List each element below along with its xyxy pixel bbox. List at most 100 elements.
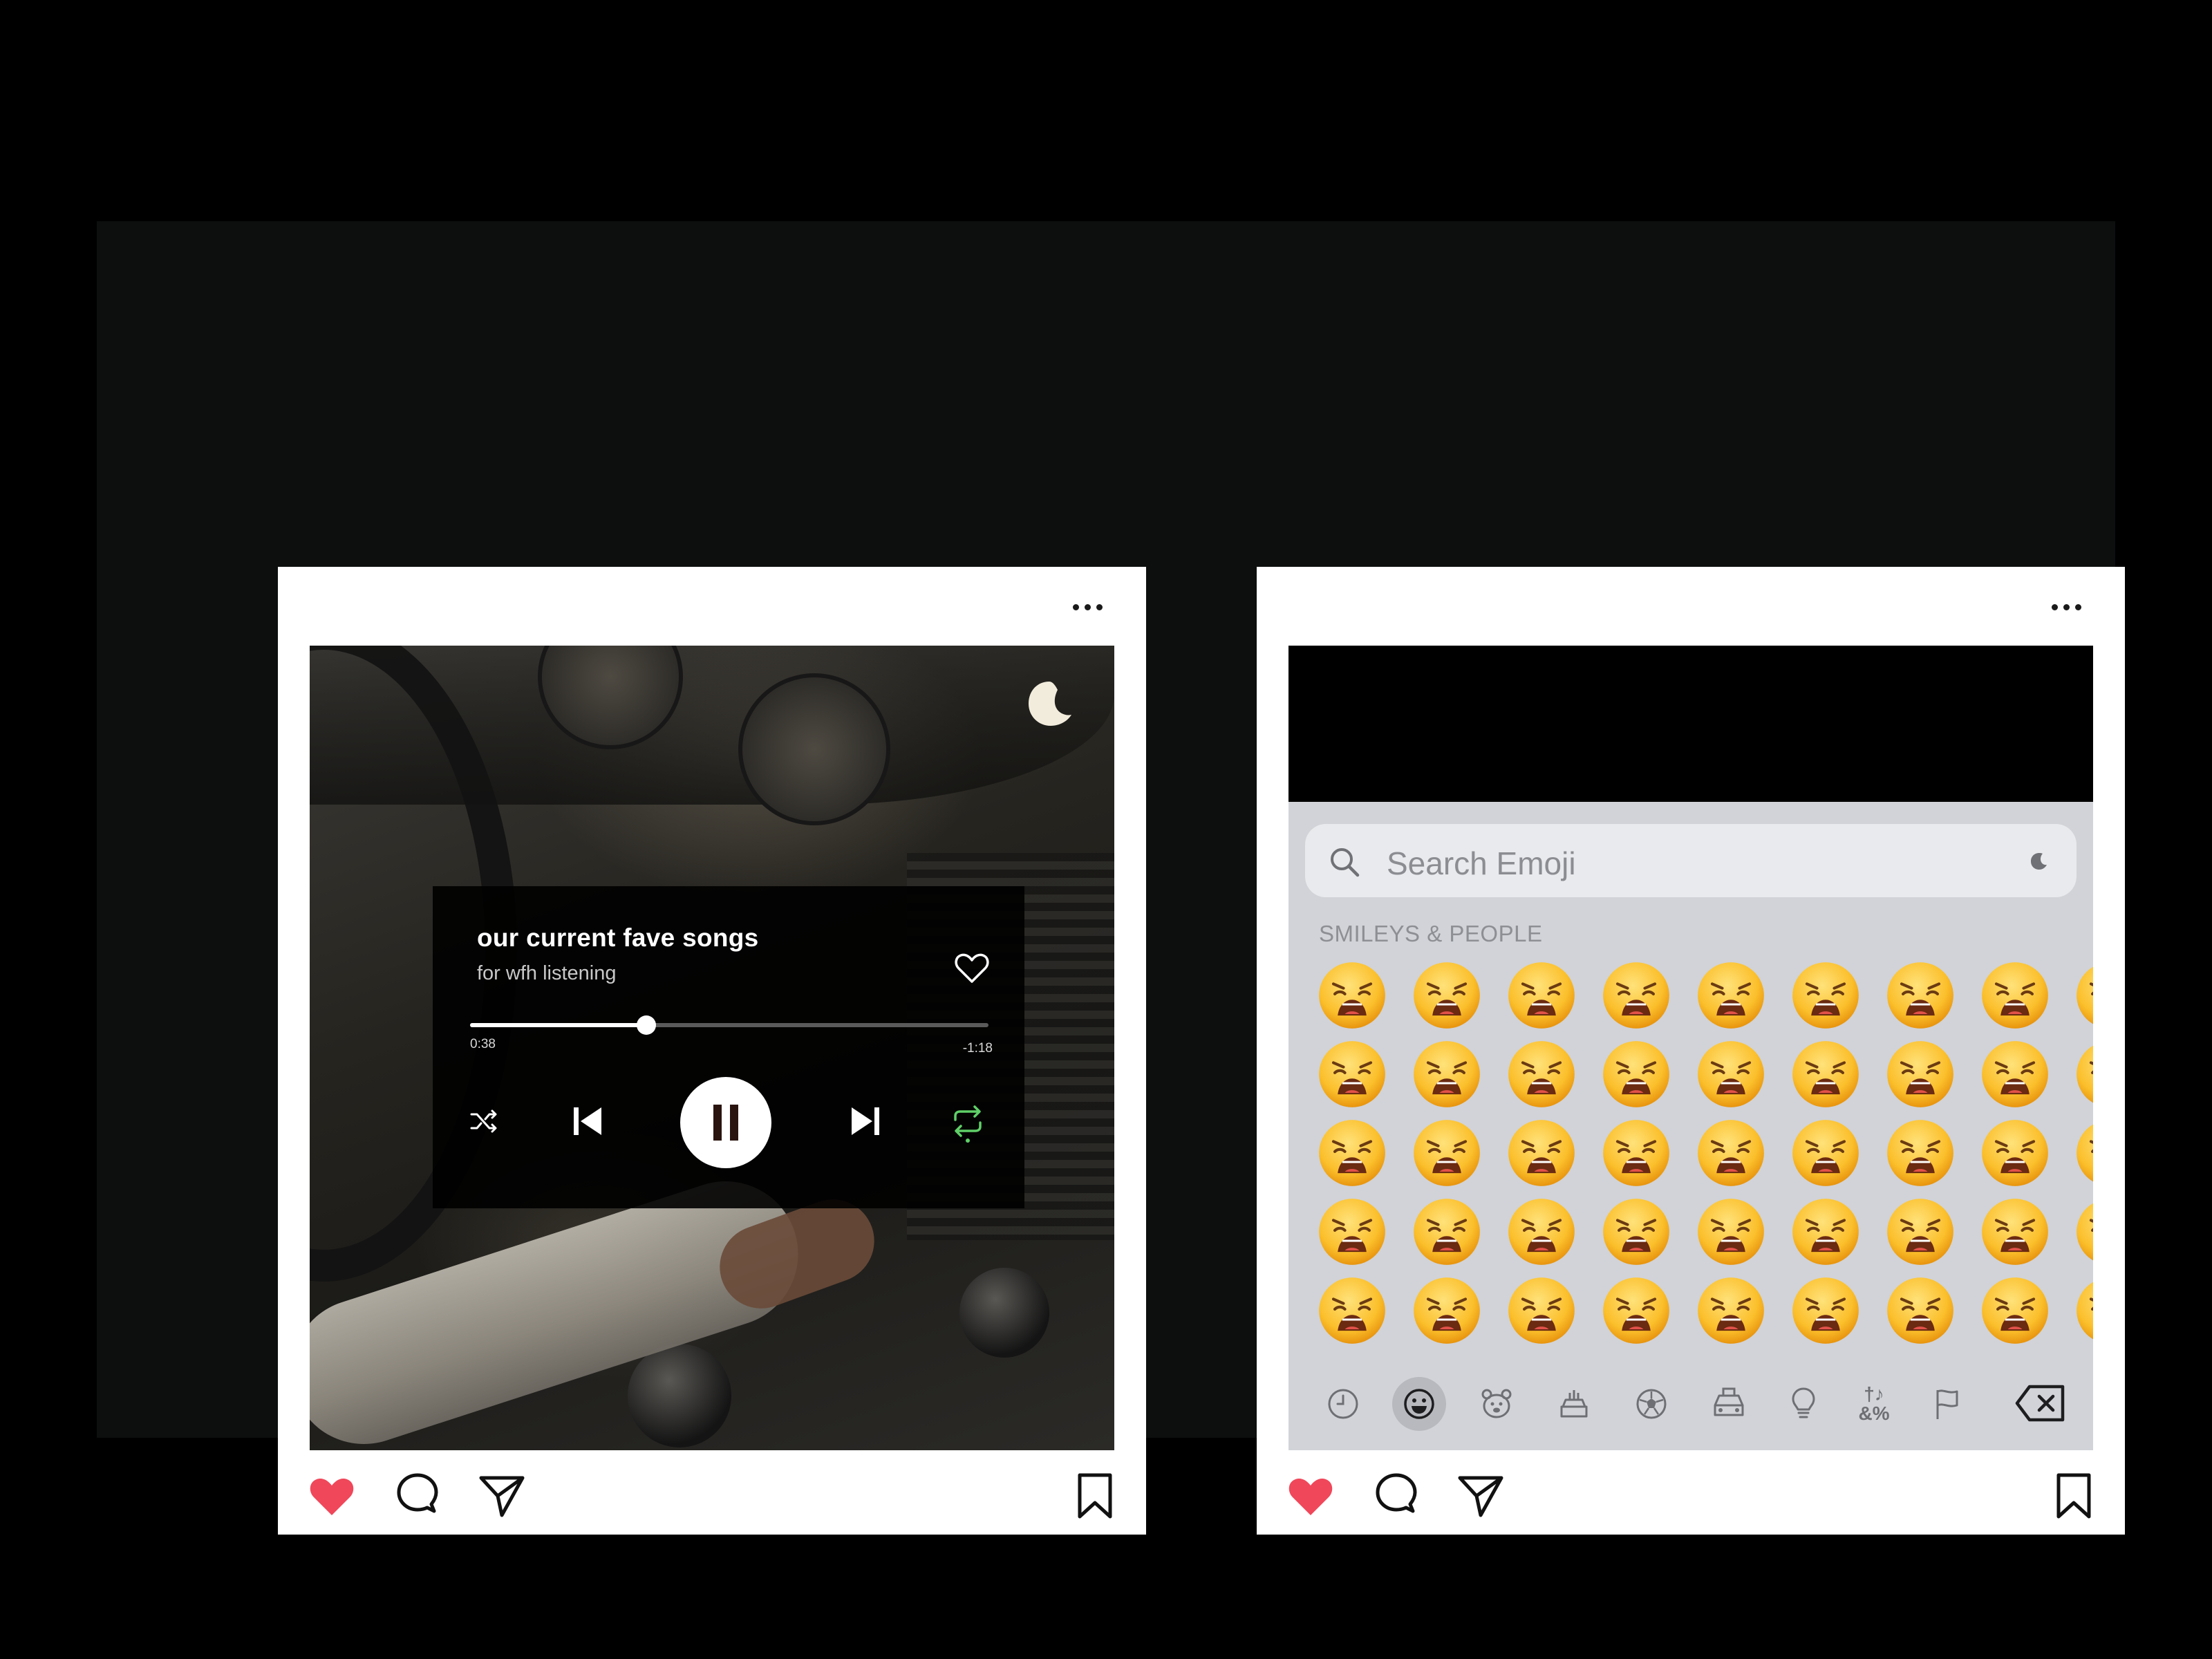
weary-face-emoji[interactable]	[1979, 1117, 2051, 1189]
weary-face-emoji[interactable]	[1600, 1038, 1672, 1110]
weary-face-emoji[interactable]	[1790, 1275, 1862, 1347]
previous-icon[interactable]	[568, 1102, 607, 1141]
tachometer-gauge	[738, 673, 890, 825]
comment-icon[interactable]	[393, 1471, 442, 1521]
symbols-icon[interactable]: †♪ &%	[1847, 1377, 1901, 1431]
share-icon[interactable]	[477, 1471, 527, 1521]
weary-face-emoji[interactable]	[1506, 1117, 1577, 1189]
post-actions-bar	[1257, 1450, 2125, 1535]
weary-face-emoji[interactable]	[1790, 1038, 1862, 1110]
progress-fill	[470, 1023, 646, 1027]
blank-text-area	[1288, 646, 2093, 802]
search-icon	[1331, 848, 1360, 877]
share-icon[interactable]	[1456, 1471, 1506, 1521]
search-placeholder: Search Emoji	[1387, 845, 1576, 881]
flag-icon[interactable]	[1920, 1377, 1974, 1431]
car-interior-photo: our current fave songs for wfh listening…	[310, 646, 1114, 1450]
weary-face-emoji[interactable]	[1316, 1275, 1388, 1347]
bookmark-icon[interactable]	[2049, 1471, 2099, 1521]
next-icon[interactable]	[846, 1102, 885, 1141]
weary-face-emoji[interactable]	[1790, 1196, 1862, 1268]
repeat-icon[interactable]	[948, 1102, 987, 1143]
lightbulb-icon[interactable]	[1777, 1377, 1830, 1431]
heart-filled-icon[interactable]	[1286, 1471, 1335, 1521]
weary-face-emoji[interactable]	[2074, 1275, 2093, 1347]
weary-face-emoji[interactable]	[1600, 1196, 1672, 1268]
weary-face-emoji[interactable]	[1695, 959, 1767, 1031]
weary-face-emoji[interactable]	[1695, 1117, 1767, 1189]
weary-face-emoji[interactable]	[1695, 1275, 1767, 1347]
weary-face-emoji[interactable]	[1884, 1196, 1956, 1268]
comment-icon[interactable]	[1371, 1471, 1421, 1521]
emoji-keyboard: Search Emoji SMILEYS & PEOPLE †♪ &%	[1288, 802, 2093, 1450]
weary-face-emoji[interactable]	[1600, 959, 1672, 1031]
weary-face-emoji[interactable]	[1979, 1196, 2051, 1268]
weary-face-emoji[interactable]	[1316, 1117, 1388, 1189]
moon-icon	[2031, 853, 2047, 870]
weary-face-emoji[interactable]	[1600, 1275, 1672, 1347]
weary-face-emoji[interactable]	[2074, 959, 2093, 1031]
weary-face-emoji[interactable]	[1695, 1038, 1767, 1110]
food-icon[interactable]	[1547, 1377, 1601, 1431]
weary-face-emoji[interactable]	[2074, 1117, 2093, 1189]
section-label: SMILEYS & PEOPLE	[1319, 921, 1543, 946]
emoji-keyboard-screenshot: Search Emoji SMILEYS & PEOPLE †♪ &%	[1288, 646, 2093, 1450]
bear-icon[interactable]	[1470, 1377, 1524, 1431]
weary-face-emoji[interactable]	[1884, 959, 1956, 1031]
weary-face-emoji[interactable]	[1411, 1038, 1483, 1110]
emoji-post-card: Search Emoji SMILEYS & PEOPLE †♪ &%	[1257, 567, 2125, 1535]
weary-face-emoji[interactable]	[1316, 1196, 1388, 1268]
weary-face-emoji[interactable]	[1506, 959, 1577, 1031]
moon-icon	[1029, 682, 1071, 726]
weary-face-emoji[interactable]	[2074, 1038, 2093, 1110]
weary-face-emoji[interactable]	[1411, 1275, 1483, 1347]
stage-background: our current fave songs for wfh listening…	[97, 221, 2125, 1535]
pause-icon[interactable]	[680, 1077, 771, 1168]
weary-face-emoji[interactable]	[1790, 959, 1862, 1031]
weary-face-emoji[interactable]	[1884, 1117, 1956, 1189]
weary-face-emoji[interactable]	[1411, 1117, 1483, 1189]
progress-track[interactable]	[470, 1015, 988, 1035]
weary-face-emoji[interactable]	[1600, 1117, 1672, 1189]
smiley-icon[interactable]	[1392, 1377, 1446, 1431]
weary-face-emoji[interactable]	[1506, 1196, 1577, 1268]
weary-face-emoji[interactable]	[1411, 959, 1483, 1031]
playlist-title: our current fave songs	[477, 924, 759, 952]
elapsed-time: 0:38	[470, 1037, 496, 1051]
weary-face-emoji[interactable]	[1695, 1196, 1767, 1268]
post-actions-bar	[278, 1450, 1146, 1535]
emoji-search-field[interactable]: Search Emoji	[1305, 824, 2077, 897]
weary-face-emoji[interactable]	[2074, 1196, 2093, 1268]
backspace-icon[interactable]	[2014, 1382, 2067, 1424]
symbols-label: †♪ &%	[1858, 1383, 1890, 1424]
progress-scrubber[interactable]	[637, 1015, 656, 1035]
ellipsis-icon[interactable]	[2042, 593, 2090, 621]
weary-face-emoji[interactable]	[1316, 1038, 1388, 1110]
weary-face-emoji[interactable]	[1790, 1117, 1862, 1189]
music-post-card: our current fave songs for wfh listening…	[278, 567, 1146, 1535]
emoji-grid	[1288, 959, 2093, 1353]
music-player-widget: our current fave songs for wfh listening…	[433, 886, 1024, 1208]
weary-face-emoji[interactable]	[1316, 959, 1388, 1031]
weary-face-emoji[interactable]	[1506, 1038, 1577, 1110]
bookmark-icon[interactable]	[1070, 1471, 1120, 1521]
shuffle-icon[interactable]	[469, 1106, 499, 1136]
heart-filled-icon[interactable]	[307, 1471, 357, 1521]
weary-face-emoji[interactable]	[1979, 959, 2051, 1031]
recent-icon[interactable]	[1316, 1377, 1370, 1431]
weary-face-emoji[interactable]	[1411, 1196, 1483, 1268]
weary-face-emoji[interactable]	[1884, 1038, 1956, 1110]
remaining-time: -1:18	[962, 1041, 993, 1056]
weary-face-emoji[interactable]	[1884, 1275, 1956, 1347]
heart-outline-icon[interactable]	[953, 948, 991, 987]
car-icon[interactable]	[1702, 1377, 1756, 1431]
gear-knob	[628, 1344, 731, 1447]
dial-knob	[959, 1268, 1049, 1358]
category-bar: †♪ &%	[1288, 1356, 2093, 1450]
ellipsis-icon[interactable]	[1063, 593, 1112, 621]
weary-face-emoji[interactable]	[1506, 1275, 1577, 1347]
playlist-subtitle: for wfh listening	[477, 962, 617, 984]
weary-face-emoji[interactable]	[1979, 1038, 2051, 1110]
weary-face-emoji[interactable]	[1979, 1275, 2051, 1347]
ball-icon[interactable]	[1624, 1377, 1678, 1431]
